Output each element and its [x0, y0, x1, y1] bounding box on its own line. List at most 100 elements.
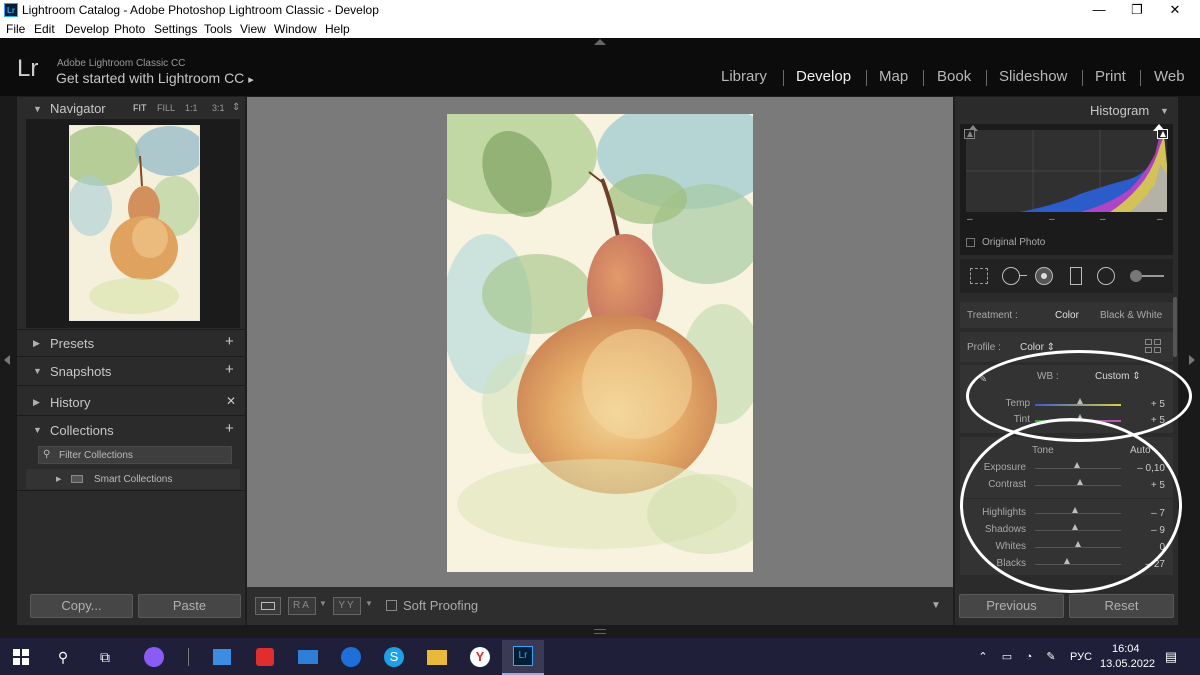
module-book[interactable]: Book: [937, 68, 971, 85]
zoom-3-1[interactable]: 3:1: [212, 103, 225, 113]
menu-file[interactable]: File: [6, 22, 25, 36]
navigator-preview-area[interactable]: [26, 119, 240, 328]
zoom-fill[interactable]: FILL: [157, 103, 175, 113]
left-panel-toggle-icon[interactable]: [4, 355, 10, 365]
copy-button[interactable]: Copy...: [30, 594, 133, 618]
swap-view-button[interactable]: YY: [333, 597, 361, 615]
language-indicator[interactable]: РУС: [1070, 651, 1092, 663]
histogram-panel[interactable]: – – – – Original Photo: [960, 124, 1173, 255]
menu-window[interactable]: Window: [274, 22, 317, 36]
snapshots-title[interactable]: Snapshots: [50, 364, 111, 379]
shadow-clipping-toggle[interactable]: [964, 129, 975, 139]
wifi-icon[interactable]: ◔: [1018, 646, 1040, 668]
zoom-1-1[interactable]: 1:1: [185, 103, 198, 113]
smart-collections-expand-icon[interactable]: ▶: [56, 475, 61, 483]
battery-icon[interactable]: ▭: [996, 646, 1018, 668]
add-collection-icon[interactable]: +: [225, 420, 234, 437]
notifications-icon[interactable]: ▤: [1160, 646, 1182, 668]
clear-history-icon[interactable]: ✕: [226, 394, 236, 408]
left-panel: ▼ Navigator FIT FILL 1:1 3:1 ⇕ ▶ Presets…: [17, 97, 245, 625]
filter-collections-input[interactable]: ⚲ Filter Collections: [38, 446, 232, 464]
menu-edit[interactable]: Edit: [34, 22, 55, 36]
spot-removal-icon[interactable]: [1002, 267, 1020, 285]
main-image-view[interactable]: [247, 97, 953, 587]
previous-button[interactable]: Previous: [959, 594, 1064, 618]
paste-button[interactable]: Paste: [138, 594, 241, 618]
module-develop[interactable]: Develop: [796, 68, 851, 85]
before-after-dropdown-icon[interactable]: ▼: [319, 599, 327, 608]
adjustment-brush-icon[interactable]: [1130, 270, 1142, 282]
navigator-thumbnail[interactable]: [69, 125, 200, 321]
zoom-fit[interactable]: FIT: [133, 103, 147, 113]
top-panel-toggle-icon[interactable]: [594, 39, 606, 45]
navigator-collapse-icon[interactable]: ▼: [33, 104, 42, 114]
task-view-icon[interactable]: ⧉: [94, 646, 116, 668]
yandex-icon[interactable]: Y: [469, 646, 491, 668]
graduated-filter-icon[interactable]: [1070, 267, 1082, 285]
loupe-view-button[interactable]: [255, 597, 281, 615]
mail-icon[interactable]: [297, 646, 319, 668]
smart-collections-row[interactable]: ▶ Smart Collections: [26, 469, 240, 489]
swap-dropdown-icon[interactable]: ▼: [365, 599, 373, 608]
collections-collapse-icon[interactable]: ▼: [33, 425, 42, 435]
module-map[interactable]: Map: [879, 68, 908, 85]
module-library[interactable]: Library: [721, 68, 767, 85]
windows-start-icon[interactable]: [10, 646, 32, 668]
right-panel-scrollbar[interactable]: [1173, 297, 1177, 357]
edge-icon[interactable]: [340, 646, 362, 668]
presets-title[interactable]: Presets: [50, 336, 94, 351]
maximize-button[interactable]: ❐: [1120, 0, 1154, 20]
show-hidden-icons-icon[interactable]: ⌃: [972, 646, 994, 668]
store-icon[interactable]: [211, 646, 233, 668]
soft-proofing-checkbox[interactable]: [386, 600, 397, 611]
photo-canvas[interactable]: [447, 114, 753, 572]
histogram-graph: [966, 124, 1167, 212]
menu-tools[interactable]: Tools: [204, 22, 232, 36]
treatment-bw-option[interactable]: Black & White: [1100, 310, 1162, 321]
get-started-link[interactable]: Get started with Lightroom CC ▸: [56, 70, 254, 86]
minimize-button[interactable]: —: [1082, 0, 1116, 20]
crop-tool-icon[interactable]: [970, 268, 988, 284]
tool-strip: [960, 259, 1173, 293]
alice-assistant-icon[interactable]: [143, 646, 165, 668]
right-panel-toggle-icon[interactable]: [1189, 355, 1195, 365]
profile-browser-grid-icon[interactable]: [1145, 339, 1163, 355]
yandex-browser-icon[interactable]: [254, 646, 276, 668]
menu-help[interactable]: Help: [325, 22, 350, 36]
module-slideshow[interactable]: Slideshow: [999, 68, 1067, 85]
filmstrip-toggle-icon[interactable]: [594, 629, 606, 634]
original-photo-checkbox[interactable]: [966, 238, 975, 247]
taskbar-separator: [188, 648, 189, 666]
before-after-view-button[interactable]: RA: [288, 597, 316, 615]
history-expand-icon[interactable]: ▶: [33, 397, 40, 408]
module-web[interactable]: Web: [1154, 68, 1185, 85]
histogram-collapse-icon[interactable]: ▼: [1160, 106, 1169, 116]
skype-icon[interactable]: S: [383, 646, 405, 668]
histogram-tick: –: [1049, 214, 1055, 225]
pen-icon[interactable]: ✎: [1040, 646, 1062, 668]
history-title[interactable]: History: [50, 395, 90, 410]
reset-button[interactable]: Reset: [1069, 594, 1174, 618]
menu-develop[interactable]: Develop: [65, 22, 109, 36]
add-preset-icon[interactable]: +: [225, 333, 234, 350]
treatment-color-option[interactable]: Color: [1055, 310, 1079, 321]
collections-title[interactable]: Collections: [50, 423, 114, 438]
module-print[interactable]: Print: [1095, 68, 1126, 85]
clock-date[interactable]: 13.05.2022: [1100, 658, 1155, 670]
snapshots-collapse-icon[interactable]: ▼: [33, 366, 42, 376]
radial-filter-icon[interactable]: [1097, 267, 1115, 285]
lightroom-taskbar-button[interactable]: Lr: [502, 640, 544, 675]
red-eye-icon[interactable]: [1035, 267, 1053, 285]
highlight-clipping-toggle[interactable]: [1157, 129, 1168, 139]
close-button[interactable]: ✕: [1158, 0, 1192, 20]
toolbar-options-icon[interactable]: ▼: [931, 600, 941, 611]
menu-view[interactable]: View: [240, 22, 266, 36]
zoom-stepper-icon[interactable]: ⇕: [232, 102, 240, 113]
file-explorer-icon[interactable]: [426, 646, 448, 668]
menu-photo[interactable]: Photo: [114, 22, 145, 36]
presets-expand-icon[interactable]: ▶: [33, 338, 40, 349]
search-icon[interactable]: ⚲: [52, 646, 74, 668]
menu-settings[interactable]: Settings: [154, 22, 197, 36]
clock-time[interactable]: 16:04: [1112, 643, 1140, 655]
add-snapshot-icon[interactable]: +: [225, 361, 234, 378]
